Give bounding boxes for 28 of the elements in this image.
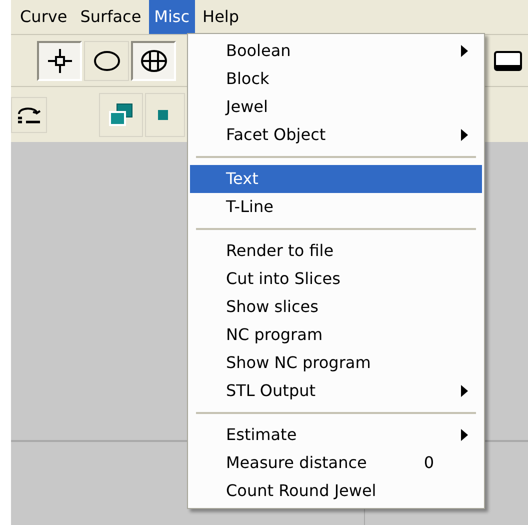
menu-item[interactable]: Count Round Jewel [190, 477, 482, 505]
overlapping-squares-icon [108, 102, 134, 126]
square-icon [158, 110, 168, 120]
window-icon [493, 50, 523, 72]
menu-bar-item[interactable]: Curve [15, 0, 72, 34]
crossed-circle-icon [140, 50, 166, 72]
menu-item[interactable]: Estimate [190, 421, 482, 449]
menu-item[interactable]: Cut into Slices [190, 265, 482, 293]
crosshair-icon [46, 48, 72, 74]
ellipse-icon [94, 50, 120, 70]
tool-button[interactable] [131, 40, 176, 80]
menu-item[interactable]: Text [190, 165, 482, 193]
menu-item[interactable]: Measure distance 0 [190, 449, 482, 477]
menu-item[interactable]: Facet Object [190, 121, 482, 149]
shortcut-label: 0 [424, 452, 434, 474]
menu-item[interactable]: Show NC program [190, 349, 482, 377]
menu-item[interactable]: Jewel [190, 93, 482, 121]
menu-item[interactable]: STL Output [190, 377, 482, 405]
menu-item[interactable]: Show slices [190, 293, 482, 321]
menu-bar-item[interactable]: Surface [75, 0, 146, 34]
menu-item[interactable]: Block [190, 65, 482, 93]
menu-bar-item[interactable]: Help [198, 0, 244, 34]
menu-item[interactable]: NC program [190, 321, 482, 349]
menu-bar-item[interactable]: Misc [149, 0, 195, 34]
menu-item[interactable]: Boolean [190, 37, 482, 65]
menu-item[interactable]: T-Line [190, 193, 482, 221]
menu-item[interactable]: Render to file [190, 237, 482, 265]
tool-button[interactable] [37, 40, 82, 80]
